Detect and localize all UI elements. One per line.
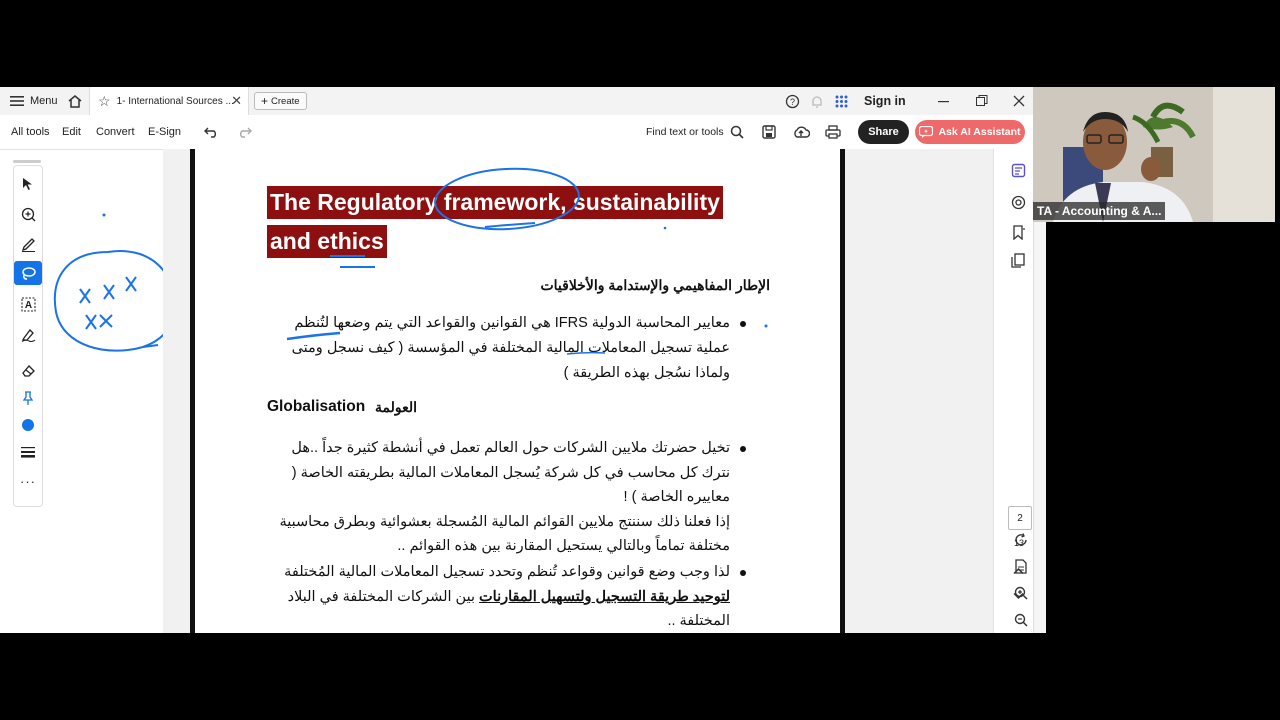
zoom-out-button[interactable]	[1010, 609, 1032, 631]
upload-button[interactable]	[792, 115, 810, 149]
share-button[interactable]: Share	[858, 120, 909, 144]
esign-tab[interactable]: E-Sign	[148, 115, 181, 149]
draw-freeform-tool[interactable]	[14, 261, 42, 285]
bell-icon	[812, 95, 822, 108]
page-display-button[interactable]	[1010, 555, 1032, 577]
close-icon	[1013, 95, 1025, 107]
help-button[interactable]: ?	[785, 87, 800, 115]
eraser-icon	[21, 364, 35, 377]
right-tools-strip	[1033, 222, 1046, 633]
convert-tab[interactable]: Convert	[96, 115, 135, 149]
page-ink-annotations	[286, 167, 768, 355]
undo-button[interactable]	[204, 115, 220, 149]
restore-icon	[976, 95, 988, 106]
help-icon: ?	[785, 94, 800, 108]
webcam-video-feed: TA - Accounting & A...	[1033, 87, 1275, 222]
highlight-tool[interactable]	[14, 232, 42, 256]
save-button[interactable]	[762, 115, 776, 149]
color-dot-icon	[22, 419, 34, 431]
page-fit-icon	[1015, 558, 1027, 574]
comment-icon	[21, 207, 35, 221]
ask-ai-assistant-button[interactable]: Ask AI Assistant	[915, 120, 1025, 144]
text-box-icon: A	[20, 296, 36, 312]
sign-in-button[interactable]: Sign in	[864, 87, 906, 115]
find-text-tool[interactable]: Find text or tools	[646, 115, 744, 149]
ai-document-icon	[1011, 163, 1025, 177]
minimize-icon	[938, 101, 949, 103]
cloud-upload-icon	[794, 126, 810, 138]
current-page-input[interactable]: 2	[1008, 506, 1032, 530]
signature-pen-icon	[21, 328, 35, 342]
select-tool[interactable]	[14, 172, 42, 196]
text-box-tool[interactable]: A	[14, 292, 42, 316]
apps-grid-icon	[835, 95, 848, 107]
zoom-in-icon	[1014, 586, 1028, 600]
apps-button[interactable]	[835, 87, 848, 115]
svg-text:A: A	[24, 300, 31, 311]
line-weight-tool[interactable]	[14, 440, 42, 464]
all-tools-tab[interactable]: All tools	[11, 115, 50, 149]
star-icon[interactable]: ☆	[98, 93, 111, 110]
edit-tab[interactable]: Edit	[62, 115, 81, 149]
acrobat-window: Menu ☆ 1- International Sources ... ✕ + …	[0, 87, 1033, 633]
copy-pages-icon	[1011, 252, 1025, 268]
eraser-tool[interactable]	[14, 358, 42, 382]
line-weight-icon	[21, 447, 35, 458]
undo-icon	[204, 127, 216, 138]
pin-tool[interactable]	[14, 386, 42, 410]
home-button[interactable]	[67, 87, 83, 115]
at-comment-icon	[1011, 195, 1025, 209]
menu-label: Menu	[30, 95, 58, 107]
hamburger-icon	[10, 96, 24, 106]
create-button[interactable]: + Create	[254, 87, 307, 115]
close-window-button[interactable]	[1013, 87, 1025, 115]
redo-button[interactable]	[236, 115, 252, 149]
bookmarks-button[interactable]	[1007, 221, 1029, 243]
minimize-button[interactable]	[938, 87, 950, 115]
redo-icon	[240, 127, 252, 138]
color-picker-tool[interactable]	[14, 413, 42, 437]
cursor-arrow-icon	[23, 178, 32, 190]
close-tab-icon[interactable]: ✕	[231, 93, 242, 109]
pdf-page[interactable]: The Regulatory framework, sustainability…	[190, 149, 845, 633]
printer-icon	[825, 125, 841, 139]
restore-button[interactable]	[976, 87, 988, 115]
save-icon	[762, 125, 776, 139]
tab-title: 1- International Sources ...	[116, 95, 234, 107]
main-toolbar: All tools Edit Convert E-Sign Find text …	[0, 115, 1033, 150]
notifications-button[interactable]	[810, 87, 824, 115]
ai-summary-button[interactable]	[1007, 159, 1029, 181]
annotation-toolbar: A ···	[13, 165, 43, 507]
rotate-icon	[1015, 533, 1027, 546]
sign-tool[interactable]	[14, 322, 42, 346]
zoom-out-icon	[1014, 613, 1028, 627]
comment-tool[interactable]	[14, 202, 42, 226]
print-button[interactable]	[825, 115, 841, 149]
bookmark-icon	[1013, 224, 1025, 240]
comments-panel-button[interactable]	[1007, 191, 1029, 213]
title-bar: Menu ☆ 1- International Sources ... ✕ + …	[0, 87, 1033, 115]
tool-panel-grip[interactable]	[13, 160, 41, 163]
plus-icon: +	[261, 94, 269, 108]
lasso-draw-icon	[21, 266, 36, 280]
ask-ai-label: Ask AI Assistant	[938, 126, 1021, 138]
pushpin-icon	[22, 390, 34, 405]
more-tools-icon[interactable]: ···	[14, 469, 42, 493]
document-tab[interactable]: ☆ 1- International Sources ... ✕	[89, 87, 249, 115]
search-icon	[730, 125, 744, 139]
svg-text:?: ?	[790, 97, 795, 107]
create-label: Create	[271, 95, 300, 107]
menu-button[interactable]: Menu	[10, 87, 58, 115]
rotate-button[interactable]	[1010, 529, 1032, 551]
pages-thumbnails-button[interactable]	[1007, 249, 1029, 271]
home-icon	[68, 94, 82, 108]
participant-name-label: TA - Accounting & A...	[1033, 202, 1166, 220]
find-label: Find text or tools	[646, 126, 724, 138]
pen-icon	[21, 237, 35, 252]
ai-chat-icon	[919, 126, 934, 138]
zoom-in-button[interactable]	[1010, 582, 1032, 604]
